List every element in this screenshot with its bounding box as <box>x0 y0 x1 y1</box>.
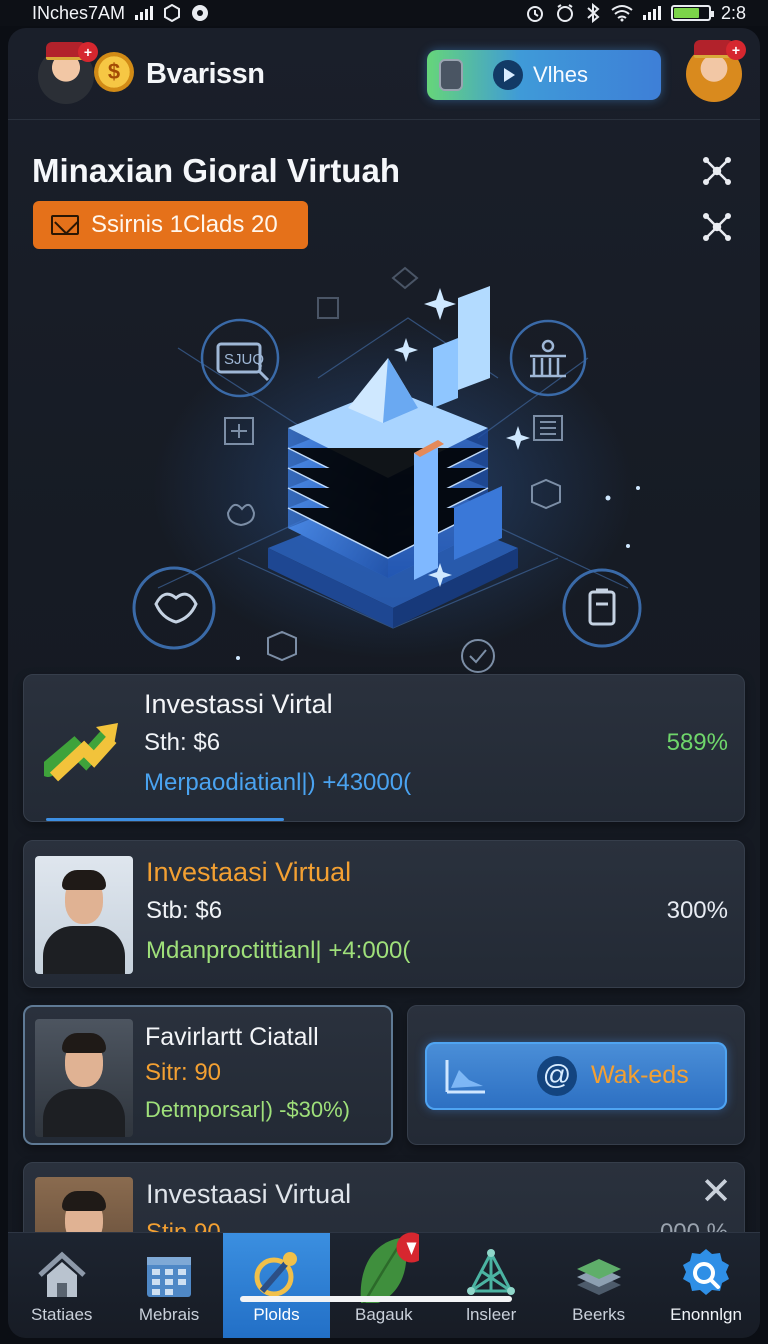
nav-label: Plolds <box>253 1305 300 1324</box>
investment-name: Investaasi Virtual <box>146 1179 352 1209</box>
alarm-icon <box>556 4 573 22</box>
clipboard-icon <box>562 568 642 648</box>
investment-stat: Sitr: 90 <box>145 1059 222 1086</box>
app-screen: + $ Bvarissn Vlhes + Minaxian Gioral Vir… <box>8 28 760 1338</box>
at-icon: @ <box>537 1056 577 1096</box>
nav-label: Bagauk <box>355 1305 413 1324</box>
link-icon <box>254 1252 298 1297</box>
alarm-icon <box>526 6 543 22</box>
notification-badge: + <box>726 40 746 60</box>
nav-item-bagauk[interactable]: Bagauk <box>330 1232 437 1338</box>
investment-name: Investassi Virtal <box>144 689 333 719</box>
play-icon <box>493 60 523 90</box>
person-photo <box>35 1019 133 1137</box>
leaf-icon <box>360 1232 419 1303</box>
wallet-button[interactable]: @ Wak-eds <box>425 1042 727 1110</box>
wifi-icon <box>611 5 633 22</box>
investment-change: Merpaodiatianl|) +43000( <box>144 769 411 797</box>
hero-illustration: SJUQ <box>132 266 642 673</box>
battery-icon <box>670 5 714 21</box>
nav-label: Mebrais <box>138 1305 200 1324</box>
nav-label: Beerks <box>572 1305 626 1324</box>
layers-icon <box>576 1259 621 1295</box>
investment-change: Mdanproctittianl| +4:000( <box>146 937 411 964</box>
nav-label: Statiaes <box>30 1305 93 1324</box>
graph-icon <box>445 1060 485 1094</box>
investment-change: Detmporsar|) -$30%) <box>145 1097 350 1122</box>
vpn-icon <box>164 4 181 22</box>
nav-item-enonnlgn[interactable]: Enonnlgn <box>652 1233 759 1338</box>
status-bar: INches7AM 2:8 <box>0 0 768 26</box>
wallet-card: @ Wak-eds <box>407 1005 745 1145</box>
mail-icon <box>51 215 79 235</box>
notification-badge: + <box>78 42 98 62</box>
close-icon[interactable]: ✕ <box>700 1173 732 1211</box>
search-icon <box>683 1249 730 1295</box>
nav-label: Enonnlgn <box>670 1305 742 1324</box>
video-button[interactable]: Vlhes <box>427 50 661 100</box>
investment-return: 589% <box>666 729 728 756</box>
investment-card[interactable]: Investaasi Virtual Stb: $6 Mdanproctitti… <box>23 840 745 988</box>
svg-text:SJUQ: SJUQ <box>224 351 264 368</box>
progress-bar <box>46 818 284 821</box>
signal-icon <box>135 6 154 20</box>
app-brand: Bvarissn <box>146 58 265 90</box>
coin-icon: $ <box>94 52 134 92</box>
bottom-navigation: Statiaes Mebrais Plolds Bagauk lnsleer B… <box>8 1232 760 1338</box>
person-photo <box>35 856 133 974</box>
investment-change-text: Merpaodiatianl|) +43000( <box>144 769 412 796</box>
nav-item-lnsleer[interactable]: lnsleer <box>438 1233 545 1338</box>
settings-dot-icon <box>192 5 209 21</box>
user-avatar[interactable]: + <box>686 40 746 102</box>
growth-arrow-icon <box>44 723 118 782</box>
nav-label: lnsleer <box>466 1305 517 1324</box>
app-header: + $ Bvarissn Vlhes + <box>8 28 760 120</box>
page-title: Minaxian Gioral Virtuah <box>32 152 400 189</box>
bluetooth-icon <box>587 3 600 23</box>
status-badge[interactable]: Ssirnis 1Clads 20 <box>33 201 308 249</box>
home-indicator[interactable] <box>240 1296 512 1302</box>
wallet-button-label: Wak-eds <box>591 1061 689 1089</box>
clock: 2:8 <box>720 2 746 23</box>
building-icon <box>147 1257 192 1297</box>
mic-icon <box>439 59 463 91</box>
home-icon <box>38 1251 86 1297</box>
nav-item-plolds[interactable]: Plolds <box>222 1233 331 1338</box>
nav-item-beerks[interactable]: Beerks <box>545 1233 652 1338</box>
investment-return: 300% <box>666 897 728 924</box>
profile-avatar[interactable]: + <box>38 42 98 104</box>
investment-card-selected[interactable]: Favirlartt Ciatall Sitr: 90 Detmporsar|)… <box>23 1005 393 1145</box>
investment-stat: Stb: $6 <box>146 897 223 924</box>
status-badge-label: Ssirnis 1Clads 20 <box>91 211 278 238</box>
video-button-label: Vlhes <box>533 62 589 87</box>
network-icon <box>467 1249 516 1295</box>
nav-item-statiaes[interactable]: Statiaes <box>8 1233 115 1338</box>
signal-icon <box>642 6 661 20</box>
investment-card[interactable]: Investassi Virtal Sth: $6 Merpaodiatianl… <box>23 674 745 822</box>
network-icon[interactable] <box>702 156 732 186</box>
network-icon[interactable] <box>702 212 732 242</box>
investment-stat: Sth: $6 <box>144 729 221 756</box>
investment-name: Favirlartt Ciatall <box>145 1023 319 1051</box>
nav-item-mebrais[interactable]: Mebrais <box>115 1233 222 1338</box>
investment-name: Investaasi Virtual <box>146 857 352 887</box>
carrier-text: INches7AM <box>32 2 126 23</box>
